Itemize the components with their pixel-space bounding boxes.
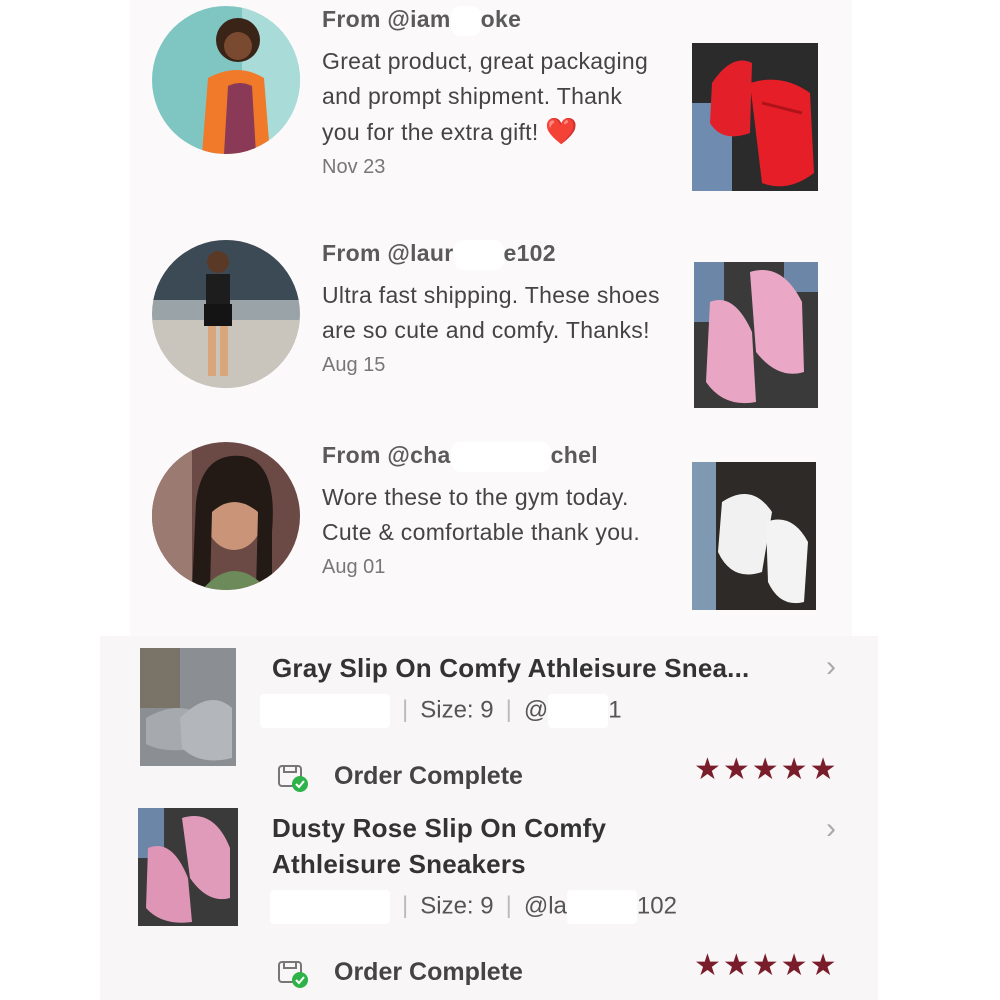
review-content: From @iam oke Great product, great packag… bbox=[322, 6, 662, 179]
order-thumbnail[interactable] bbox=[138, 808, 238, 926]
review-photo[interactable] bbox=[692, 43, 818, 191]
review-photo[interactable] bbox=[692, 462, 816, 610]
review-author: From @cha chel bbox=[322, 442, 662, 472]
review-photo[interactable] bbox=[694, 262, 818, 408]
order-meta: | Size: 9 | @la 102 bbox=[270, 890, 677, 924]
page: From @iam oke Great product, great packag… bbox=[0, 0, 1000, 1000]
order-product-title[interactable]: Dusty Rose Slip On Comfy Athleisure Snea… bbox=[272, 810, 606, 882]
review-content: From @laur e102 Ultra fast shipping. Thes… bbox=[322, 240, 662, 377]
order-product-title[interactable]: Gray Slip On Comfy Athleisure Snea... bbox=[272, 650, 749, 686]
order-status: Order Complete bbox=[334, 958, 523, 986]
chevron-right-icon[interactable]: › bbox=[826, 650, 836, 684]
review-date: Nov 23 bbox=[322, 156, 386, 178]
review-text: Wore these to the gym today. Cute & comf… bbox=[322, 484, 641, 545]
review-author: From @iam oke bbox=[322, 6, 662, 36]
package-check-icon bbox=[276, 956, 310, 990]
review-date: Aug 01 bbox=[322, 556, 386, 578]
reviews-panel: From @iam oke Great product, great packag… bbox=[130, 0, 852, 636]
rating-stars: ★★★★★ bbox=[694, 949, 839, 982]
orders-panel: Gray Slip On Comfy Athleisure Snea... › … bbox=[100, 636, 878, 1000]
order-status: Order Complete bbox=[334, 762, 523, 790]
reviewer-avatar[interactable] bbox=[152, 6, 300, 154]
chevron-right-icon[interactable]: › bbox=[826, 812, 836, 846]
order-meta: | Size: 9 | @1 bbox=[260, 694, 622, 728]
review-date: Aug 15 bbox=[322, 354, 386, 376]
review-author: From @laur e102 bbox=[322, 240, 662, 270]
reviewer-avatar[interactable] bbox=[152, 240, 300, 388]
review-text: Ultra fast shipping. These shoes are so … bbox=[322, 282, 660, 343]
order-thumbnail[interactable] bbox=[140, 648, 236, 766]
package-check-icon bbox=[276, 760, 310, 794]
heart-icon: ❤️ bbox=[545, 116, 578, 146]
reviewer-avatar[interactable] bbox=[152, 442, 300, 590]
review-content: From @cha chel Wore these to the gym toda… bbox=[322, 442, 662, 579]
rating-stars: ★★★★★ bbox=[694, 753, 839, 786]
review-text: Great product, great packaging and promp… bbox=[322, 48, 649, 146]
